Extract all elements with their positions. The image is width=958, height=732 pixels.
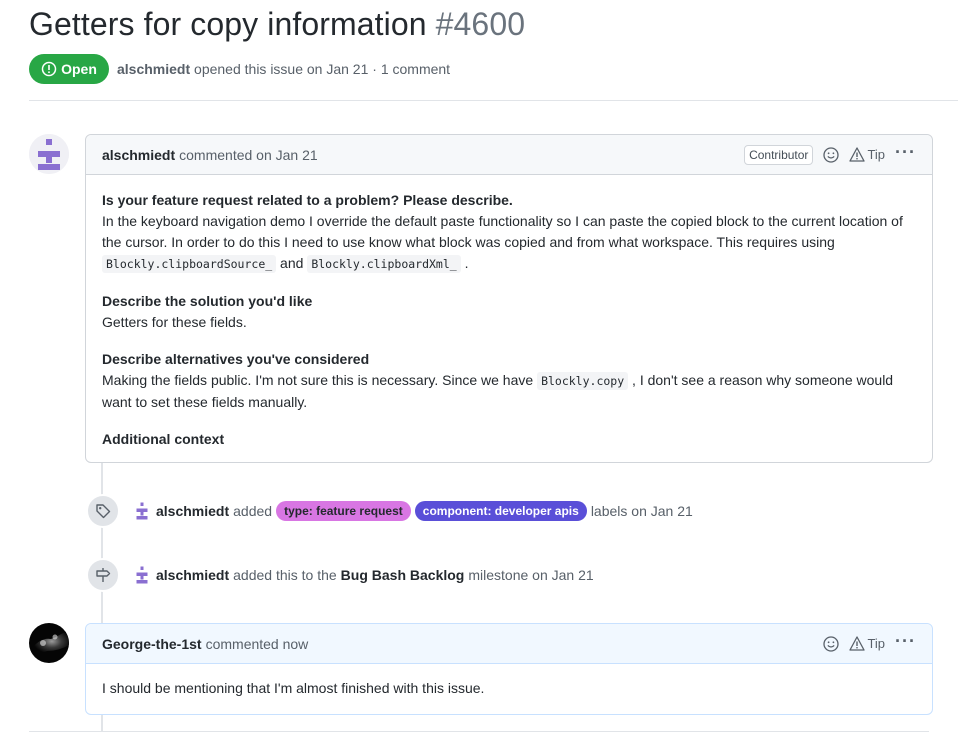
smiley-icon[interactable] <box>823 635 840 652</box>
header-divider <box>29 100 958 101</box>
section-heading: Additional context <box>102 431 225 447</box>
event-verb: added this to the <box>233 567 337 583</box>
avatar[interactable] <box>29 134 69 174</box>
section-heading: Is your feature request related to a pro… <box>102 192 513 208</box>
issue-title: Getters for copy information #4600 <box>29 6 525 43</box>
identicon <box>29 134 69 174</box>
event-suffix: labels on Jan 21 <box>590 503 693 519</box>
milestone-icon <box>96 568 111 582</box>
event-actor[interactable]: alschmiedt <box>156 503 229 519</box>
kebab-horizontal-icon[interactable]: ··· <box>895 143 916 161</box>
section-heading: Describe alternatives you've considered <box>102 351 370 367</box>
tag-icon-badge <box>86 494 120 528</box>
comment-box: alschmiedt commented on Jan 21 Contribut… <box>85 134 933 463</box>
avatar-photo <box>29 623 69 663</box>
contributor-badge: Contributor <box>744 144 814 165</box>
timeline-event-labeled: alschmiedt added type: feature request c… <box>86 494 693 528</box>
alert-icon <box>849 636 866 651</box>
section-text: Making the fields public. I'm not sure t… <box>102 372 894 410</box>
event-actor[interactable]: alschmiedt <box>156 567 229 583</box>
label-badge[interactable]: type: feature request <box>276 501 411 521</box>
smiley-icon[interactable] <box>823 146 840 163</box>
label-badge[interactable]: component: developer apis <box>414 501 587 521</box>
tag-icon <box>96 504 111 519</box>
section-heading: Describe the solution you'd like <box>102 293 313 309</box>
inline-code: Blockly.clipboardSource_ <box>102 255 277 273</box>
issue-title-text: Getters for copy information <box>29 6 427 42</box>
comment-author[interactable]: alschmiedt <box>102 147 175 163</box>
comment-header: George-the-1st commented now Tip ··· <box>86 624 932 664</box>
avatar[interactable] <box>29 623 69 663</box>
comment-body: Is your feature request related to a pro… <box>86 175 932 466</box>
issue-number: #4600 <box>435 6 526 42</box>
comment-time[interactable]: commented on Jan 21 <box>179 147 318 163</box>
avatar[interactable] <box>132 565 152 585</box>
milestone-link[interactable]: Bug Bash Backlog <box>341 567 465 583</box>
milestone-icon-badge <box>86 558 120 592</box>
comment-body: I should be mentioning that I'm almost f… <box>86 664 932 715</box>
timeline-event-milestoned: alschmiedt added this to the Bug Bash Ba… <box>86 558 594 592</box>
comment-header: alschmiedt commented on Jan 21 Contribut… <box>86 135 932 175</box>
comment-author[interactable]: George-the-1st <box>102 636 202 652</box>
event-suffix: milestone on Jan 21 <box>468 567 594 583</box>
section-text: Getters for these fields. <box>102 314 247 330</box>
issue-author-link[interactable]: alschmiedt <box>117 61 190 77</box>
comment-text: I should be mentioning that I'm almost f… <box>102 680 485 696</box>
tip-button[interactable]: Tip <box>849 147 885 162</box>
issue-state-badge: Open <box>29 54 109 84</box>
tip-button[interactable]: Tip <box>849 636 885 651</box>
tip-label: Tip <box>867 636 886 651</box>
inline-code: Blockly.copy <box>537 372 629 390</box>
comment-time[interactable]: commented now <box>206 636 309 652</box>
issue-opened-icon <box>41 61 57 77</box>
comment-box: George-the-1st commented now Tip ··· I s… <box>85 623 933 715</box>
avatar[interactable] <box>132 501 152 521</box>
event-verb: added <box>233 503 273 519</box>
issue-meta-text: opened this issue on Jan 21 · 1 comment <box>194 61 451 77</box>
section-text: In the keyboard navigation demo I overri… <box>102 213 903 273</box>
inline-code: Blockly.clipboardXml_ <box>307 255 461 273</box>
state-label: Open <box>61 61 97 77</box>
issue-meta: alschmiedt opened this issue on Jan 21 ·… <box>117 61 450 77</box>
kebab-horizontal-icon[interactable]: ··· <box>895 632 916 650</box>
alert-icon <box>849 147 866 162</box>
tip-label: Tip <box>867 147 886 162</box>
